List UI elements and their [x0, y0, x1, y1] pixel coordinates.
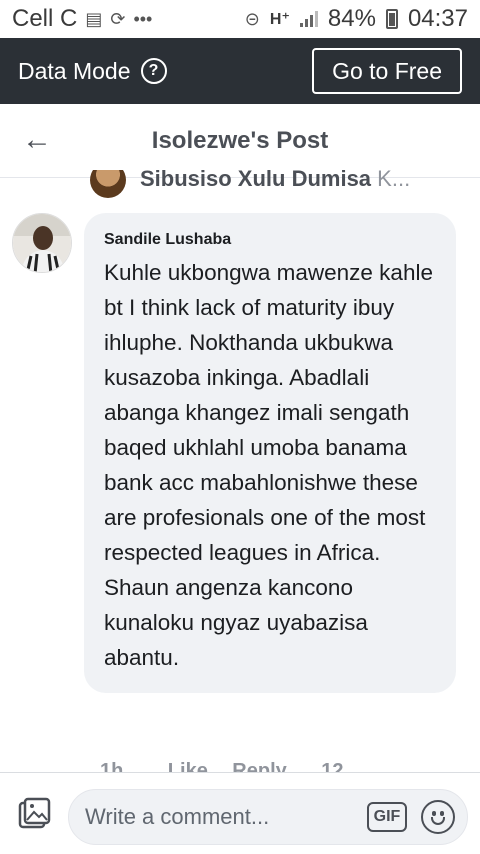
sync-icon: ⟳ [110, 8, 126, 29]
comment-input-wrapper: GIF [68, 789, 468, 845]
page-title: Isolezwe's Post [151, 126, 329, 154]
carrier-label: Cell C [12, 5, 78, 32]
previous-comment-more: K... [377, 170, 411, 191]
avatar[interactable] [12, 213, 72, 273]
post-header: ← Isolezwe's Post [0, 104, 480, 178]
clock: 04:37 [407, 5, 468, 32]
emoji-icon[interactable] [421, 800, 455, 834]
status-bar: Cell C ▤ ⟳ ••• ⊝ H⁺ 84% 04:37 [0, 0, 480, 38]
data-mode-label: Data Mode [18, 57, 131, 84]
battery-percent: 84% [327, 5, 376, 32]
signal-icon [299, 11, 318, 27]
help-icon[interactable]: ? [140, 58, 167, 84]
comment-input[interactable] [85, 802, 365, 832]
go-to-free-button[interactable]: Go to Free [312, 48, 462, 94]
comment-composer: GIF [0, 772, 480, 854]
avatar-photo [13, 214, 71, 272]
previous-comment-author[interactable]: Sibusiso Xulu Dumisa K... [140, 170, 410, 192]
previous-comment: Sibusiso Xulu Dumisa K... [90, 170, 450, 198]
message-icon: ▤ [85, 8, 103, 29]
previous-comment-name: Sibusiso Xulu Dumisa [140, 170, 372, 191]
comment-bubble[interactable]: Sandile Lushaba Kuhle ukbongwa mawenze k… [84, 213, 456, 693]
avatar[interactable] [90, 170, 126, 198]
gif-button[interactable]: GIF [367, 802, 407, 832]
network-type: H⁺ [269, 11, 290, 28]
photo-icon[interactable] [16, 797, 52, 833]
comment-author[interactable]: Sandile Lushaba [104, 231, 438, 249]
battery-icon [385, 9, 398, 29]
data-saver-icon: ⊝ [244, 8, 260, 29]
comment-text: Kuhle ukbongwa mawenze kahle bt I think … [104, 260, 433, 670]
data-mode-bar: Data Mode ? Go to Free [0, 38, 480, 104]
more-notifications-icon: ••• [133, 8, 153, 29]
